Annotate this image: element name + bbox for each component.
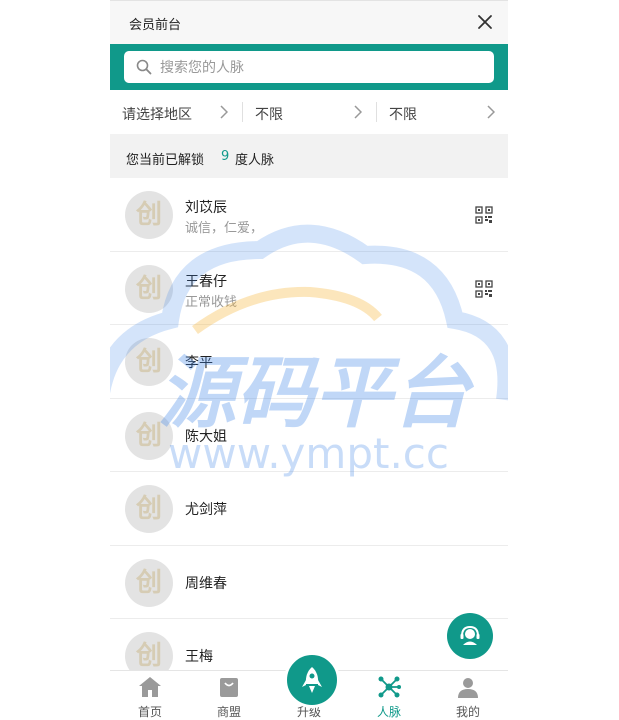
- tab-contacts[interactable]: 人脉: [349, 671, 429, 720]
- contact-name: 王春仔: [185, 273, 227, 290]
- rocket-icon: [302, 667, 322, 693]
- user-icon: [458, 678, 478, 698]
- tab-mine-label: 我的: [455, 705, 480, 719]
- avatar: 创: [125, 411, 173, 460]
- contact-name: 陈大姐: [185, 428, 227, 445]
- tab-mine[interactable]: 我的: [428, 671, 508, 720]
- chevron-right-icon: [487, 105, 495, 119]
- filter-region-label: 请选择地区: [122, 107, 192, 123]
- home-icon: [139, 677, 161, 697]
- tab-contacts-label: 人脉: [376, 705, 401, 719]
- headset-icon: [460, 625, 480, 645]
- filter-bar: 请选择地区 不限 不限: [110, 90, 508, 134]
- close-icon[interactable]: [476, 13, 494, 31]
- contact-row[interactable]: 创 王春仔 正常收钱: [110, 252, 508, 325]
- search-box[interactable]: [124, 51, 494, 83]
- avatar: 创: [125, 264, 173, 313]
- search-icon: [136, 59, 152, 75]
- contact-list: 创 刘苡辰 诚信，仁爱， 创 王春仔 正常收钱 创 李平 创 陈大姐 创 尤剑萍…: [110, 178, 508, 693]
- tab-home-label: 首页: [137, 705, 162, 719]
- avatar: 创: [125, 485, 173, 533]
- qr-code-icon[interactable]: [475, 279, 493, 298]
- customer-service-button[interactable]: [447, 613, 493, 659]
- contact-name: 刘苡辰: [185, 200, 227, 216]
- chevron-right-icon: [220, 105, 228, 119]
- filter-region[interactable]: 请选择地区: [110, 90, 242, 134]
- page-title: 会员前台: [129, 18, 182, 33]
- shopping-bag-icon: [220, 678, 238, 697]
- unlock-level: 9: [221, 149, 230, 164]
- contact-desc: 诚信，仁爱，: [185, 221, 264, 236]
- contact-row[interactable]: 创 周维春: [110, 546, 508, 619]
- title-bar: 会员前台: [110, 0, 508, 44]
- avatar: 创: [125, 191, 173, 239]
- chevron-right-icon: [354, 105, 362, 119]
- search-bar: [110, 44, 508, 90]
- contact-row[interactable]: 创 刘苡辰 诚信，仁爱，: [110, 178, 508, 252]
- filter-option-1-label: 不限: [255, 107, 283, 123]
- tab-alliance-label: 商盟: [216, 705, 241, 719]
- filter-option-1[interactable]: 不限: [243, 90, 376, 134]
- search-input[interactable]: [158, 55, 482, 81]
- filter-option-2[interactable]: 不限: [377, 90, 508, 134]
- unlock-status: 您当前已解锁 9 度人脉: [110, 134, 508, 178]
- unlock-suffix: 度人脉: [235, 153, 275, 168]
- upgrade-button[interactable]: [284, 652, 340, 708]
- network-icon: [378, 676, 401, 698]
- unlock-prefix: 您当前已解锁: [126, 153, 205, 168]
- contact-name: 李平: [185, 355, 213, 371]
- avatar: 创: [125, 558, 173, 607]
- qr-code-icon[interactable]: [475, 206, 493, 224]
- contact-row[interactable]: 创 李平: [110, 325, 508, 399]
- contact-row[interactable]: 创 尤剑萍: [110, 472, 508, 546]
- tab-home[interactable]: 首页: [110, 671, 190, 720]
- filter-option-2-label: 不限: [389, 107, 417, 123]
- contact-desc: 正常收钱: [185, 294, 238, 310]
- avatar: 创: [125, 338, 173, 386]
- app-screen: 会员前台 请选择地区 不限 不限: [110, 0, 508, 720]
- contact-name: 尤剑萍: [185, 502, 227, 518]
- contact-row[interactable]: 创 陈大姐: [110, 399, 508, 472]
- tab-alliance[interactable]: 商盟: [189, 671, 269, 720]
- contact-name: 周维春: [185, 575, 227, 592]
- contact-name: 王梅: [185, 649, 213, 665]
